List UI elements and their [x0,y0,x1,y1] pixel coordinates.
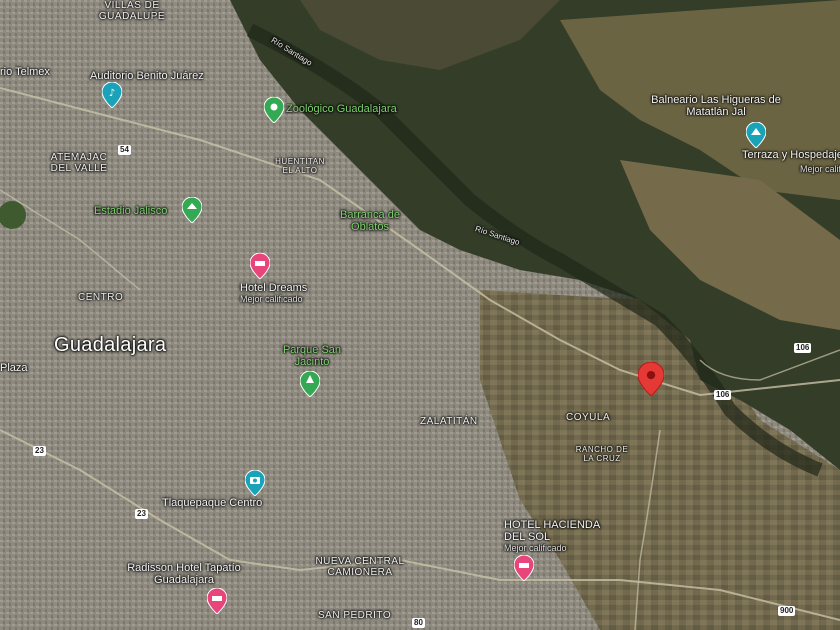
poi-label-estadio[interactable]: Estadio Jalisco [94,205,167,217]
area-label-coyula: COYULA [566,412,611,423]
radisson-pin-icon[interactable] [207,588,227,614]
road-shield-900: 900 [778,606,796,616]
balneario-pin-icon[interactable] [746,122,766,148]
poi-sub-hotel-dreams: Mejor calificado [240,294,303,304]
area-label-atemajac: ATEMAJAC DEL VALLE [50,152,108,174]
poi-sub-hacienda: Mejor calificado [504,543,567,553]
music-venue-pin-icon[interactable]: ♪ [102,82,122,108]
poi-sub-terraza: Mejor calif [800,164,840,174]
zoo-pin-icon[interactable] [264,97,284,123]
stadium-pin-icon[interactable] [182,197,202,223]
poi-label-radisson[interactable]: Radisson Hotel Tapatío Guadalajara [120,562,248,586]
poi-label-auditorio[interactable]: Auditorio Benito Juárez [90,70,204,82]
poi-label-parque[interactable]: Parque San Jacinto [276,344,348,368]
poi-label-balneario[interactable]: Balneario Las Higueras de Matatlán Jal [646,94,786,118]
road-shield-106a: 106 [714,390,732,400]
area-label-nueva-central: NUEVA CENTRAL CAMIONERA [315,556,405,578]
hotel-dreams-pin-icon[interactable] [250,253,270,279]
road-shield-106b: 106 [794,343,812,353]
poi-label-zoologico[interactable]: Zoológico Guadalajara [286,103,397,115]
road-shield-23: 23 [33,446,46,456]
area-label-zalatitan: ZALATITÁN [420,416,478,427]
poi-label-barranca[interactable]: Barranca de Oblatos [336,209,404,233]
road-shield-54: 54 [118,145,131,155]
selected-location-pin-icon[interactable] [638,362,664,396]
area-label-rancho: RANCHO DE LA CRUZ [575,445,629,463]
area-label-huentitan: HUENTITAN EL ALTO [275,157,325,175]
svg-text:♪: ♪ [109,88,115,99]
hacienda-pin-icon[interactable] [514,555,534,581]
poi-label-tlaquepaque[interactable]: Tlaquepaque Centro [162,497,262,509]
area-label-san-pedro: SAN PEDRITO [318,610,392,621]
map-canvas[interactable]: VILLAS DE GUADALUPE ATEMAJAC DEL VALLE H… [0,0,840,630]
area-label-centro: CENTRO [78,292,124,303]
area-label-villas: VILLAS DE GUADALUPE [98,0,166,22]
poi-label-telmex[interactable]: rio Telmex [0,66,50,78]
poi-label-plaza[interactable]: Plaza [0,362,28,374]
poi-label-terraza[interactable]: Terraza y Hospedaje [742,149,840,161]
poi-label-hotel-dreams[interactable]: Hotel Dreams [240,282,307,294]
city-label-guadalajara[interactable]: Guadalajara [54,334,166,356]
camera-pin-icon[interactable] [245,470,265,496]
park-pin-icon[interactable] [300,371,320,397]
road-shield-80: 80 [412,618,425,628]
poi-label-hacienda[interactable]: HOTEL HACIENDA DEL SOL [504,519,608,543]
road-shield-23b: 23 [135,509,148,519]
